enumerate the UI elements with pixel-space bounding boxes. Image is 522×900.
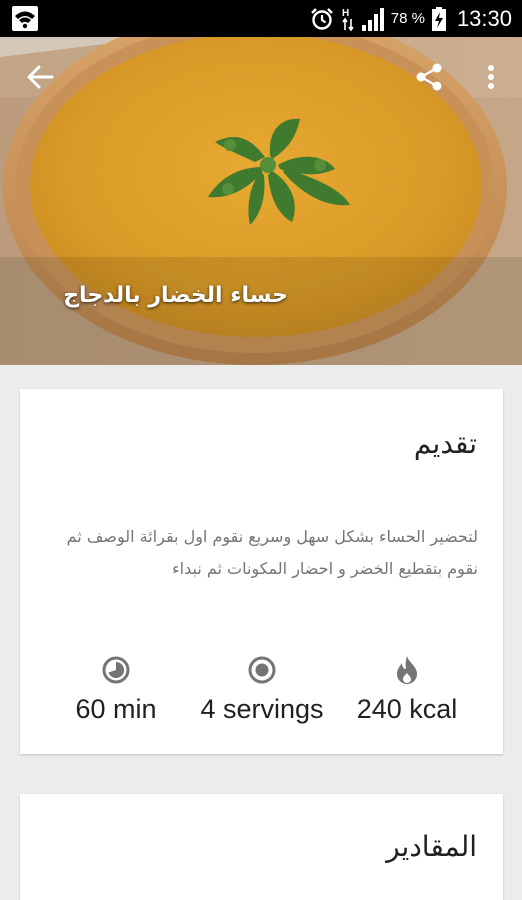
ingredients-card: المقادير [20,794,503,900]
share-icon[interactable] [413,61,445,93]
flame-icon [397,656,417,684]
servings-icon [248,656,276,684]
ingredients-heading: المقادير [386,830,477,863]
battery-charging-icon [431,6,446,31]
intro-card: تقديم لتحضير الحساء بشكل سهل وسريع نقوم … [20,389,503,754]
servings-stat: 4 servings [187,654,337,725]
recipe-hero-image: حساء الخضار بالدجاج [0,37,522,365]
battery-percent: 78 % [390,10,425,27]
intro-heading: تقديم [413,427,477,460]
status-bar: H 78 % 13:30 [0,0,522,37]
recipe-title: حساء الخضار بالدجاج [63,283,288,308]
recipe-description: لتحضير الحساء بشكل سهل وسريع نقوم اول بق… [66,527,478,578]
prep-time-stat: 60 min [41,654,191,725]
signal-icon [361,7,384,31]
back-arrow-icon[interactable] [24,61,56,93]
clock: 13:30 [456,5,512,31]
svg-text:H: H [342,8,349,19]
calories-value: 240 kcal [356,694,458,724]
prep-time-value: 60 min [75,694,157,724]
more-vert-icon[interactable] [482,61,500,93]
calories-stat: 240 kcal [332,654,482,725]
alarm-icon [310,7,333,30]
timer-icon [102,656,130,684]
hspa-data-icon: H [342,8,354,31]
wifi-icon [12,6,38,31]
servings-value: 4 servings [200,694,324,724]
